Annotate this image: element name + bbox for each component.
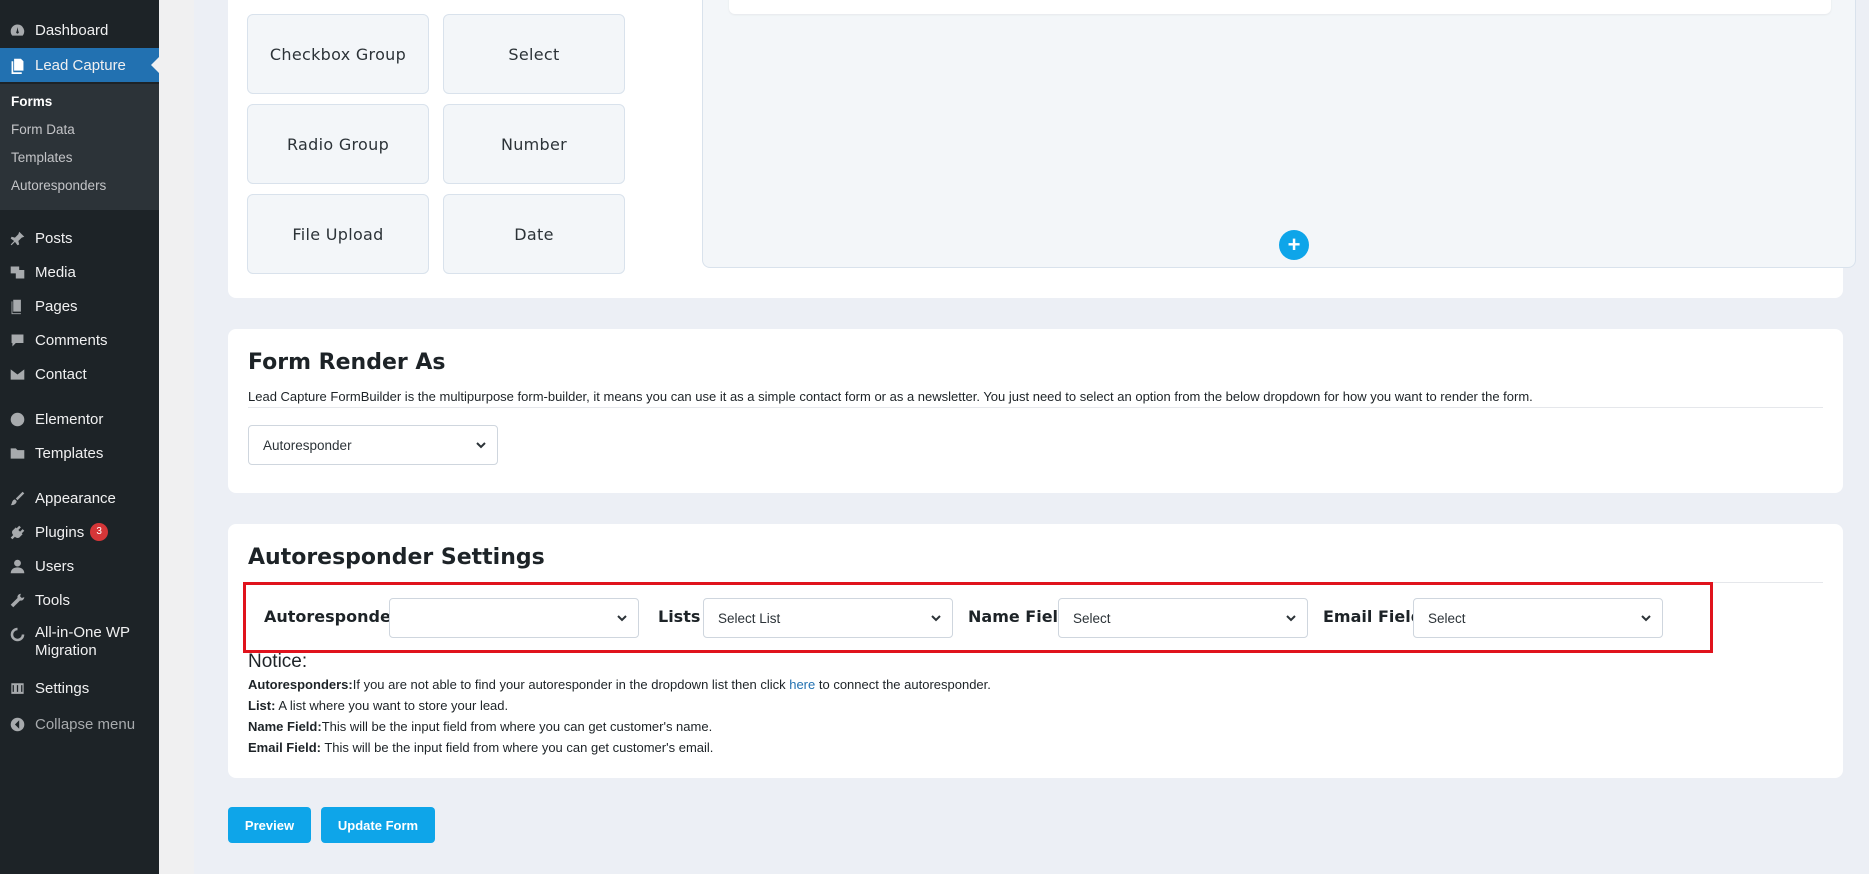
notice-list: List: A list where you want to store you…: [248, 698, 508, 713]
settings-icon: [7, 678, 27, 698]
menu-label: Media: [35, 263, 76, 281]
highlight-box: [243, 582, 1713, 653]
render-as-select[interactable]: Autoresponder: [248, 425, 498, 465]
add-field-button[interactable]: +: [1279, 230, 1309, 260]
envelope-icon: [7, 364, 27, 384]
notice-name-field: Name Field:This will be the input field …: [248, 719, 712, 734]
menu-label: Migration: [35, 642, 97, 659]
notice-key: Autoresponders:: [248, 677, 353, 692]
menu-comments[interactable]: Comments: [0, 323, 159, 357]
collapse-arrow-icon: [7, 714, 27, 734]
comment-icon: [7, 330, 27, 350]
user-icon: [7, 556, 27, 576]
elementor-icon: [7, 409, 27, 429]
menu-label: Plugins: [35, 523, 85, 541]
notice-text: This will be the input field from where …: [321, 719, 713, 734]
menu-label: Pages: [35, 297, 78, 315]
notice-title: Notice:: [248, 651, 308, 672]
menu-label: Dashboard: [35, 21, 109, 39]
menu-all-in-one-migration[interactable]: All-in-One WP Migration: [0, 624, 159, 666]
lead-capture-submenu: Forms Form Data Templates Autoresponders: [0, 84, 159, 210]
brush-icon: [7, 488, 27, 508]
menu-plugins[interactable]: Plugins 3: [0, 515, 159, 549]
menu-label: Comments: [35, 331, 108, 349]
notice-email-field: Email Field: This will be the input fiel…: [248, 740, 713, 755]
field-select[interactable]: Select: [443, 14, 625, 94]
copy-icon: [7, 55, 27, 75]
divider: [248, 407, 1823, 408]
menu-label: Elementor: [35, 410, 104, 428]
folder-icon: [7, 443, 27, 463]
menu-label: Lead Capture: [35, 56, 126, 74]
menu-elementor[interactable]: Elementor: [0, 402, 159, 436]
menu-label: Templates: [35, 444, 104, 462]
notice-key: Name Field:: [248, 719, 322, 734]
menu-media[interactable]: Media: [0, 255, 159, 289]
menu-label: Collapse menu: [35, 715, 136, 733]
render-description: Lead Capture FormBuilder is the multipur…: [248, 389, 1533, 404]
dashboard-icon: [7, 20, 27, 40]
migration-icon: [7, 624, 27, 644]
render-title: Form Render As: [248, 350, 446, 375]
chevron-down-icon: [475, 439, 487, 451]
field-checkbox-group[interactable]: Checkbox Group: [247, 14, 429, 94]
menu-label: Appearance: [35, 489, 116, 507]
collapse-menu-button[interactable]: Collapse menu: [0, 707, 159, 741]
wrench-icon: [7, 590, 27, 610]
notice-text: This will be the input field from where …: [320, 740, 714, 755]
submenu-templates[interactable]: Templates: [11, 150, 73, 165]
menu-dashboard[interactable]: Dashboard: [0, 13, 159, 47]
field-radio-group[interactable]: Radio Group: [247, 104, 429, 184]
update-form-button[interactable]: Update Form: [321, 807, 435, 843]
menu-label: Settings: [35, 679, 90, 697]
submenu-autoresponders[interactable]: Autoresponders: [11, 178, 106, 193]
field-file-upload[interactable]: File Upload: [247, 194, 429, 274]
form-canvas[interactable]: +: [702, 0, 1856, 268]
notice-autoresponders: Autoresponders:If you are not able to fi…: [248, 677, 991, 692]
menu-lead-capture[interactable]: Lead Capture: [0, 48, 159, 82]
menu-appearance[interactable]: Appearance: [0, 481, 159, 515]
menu-label: Users: [35, 557, 75, 575]
menu-label: Tools: [35, 591, 71, 609]
plug-icon: [7, 522, 27, 542]
menu-contact[interactable]: Contact: [0, 357, 159, 391]
menu-posts[interactable]: Posts: [0, 221, 159, 255]
notice-text: to connect the autoresponder.: [815, 677, 991, 692]
pages-icon: [7, 296, 27, 316]
menu-users[interactable]: Users: [0, 549, 159, 583]
form-render-card: Form Render As Lead Capture FormBuilder …: [228, 329, 1843, 493]
menu-label: All-in-One WP: [35, 624, 131, 641]
menu-label: Contact: [35, 365, 87, 383]
autoresponder-title: Autoresponder Settings: [248, 545, 545, 570]
submenu-form-data[interactable]: Form Data: [11, 122, 75, 137]
field-number[interactable]: Number: [443, 104, 625, 184]
form-canvas-row: [729, 0, 1831, 14]
notice-text: A list where you want to store your lead…: [275, 698, 509, 713]
media-icon: [7, 262, 27, 282]
field-date[interactable]: Date: [443, 194, 625, 274]
submenu-forms[interactable]: Forms: [11, 94, 52, 109]
update-count-badge: 3: [90, 523, 109, 541]
pin-icon: [7, 228, 27, 248]
notice-key: Email Field:: [248, 740, 321, 755]
menu-templates[interactable]: Templates: [0, 436, 159, 470]
admin-sidebar: Dashboard Lead Capture Forms Form Data T…: [0, 0, 159, 874]
notice-text: If you are not able to find your autores…: [352, 677, 790, 692]
form-builder-card: Checkbox Group Select Radio Group Number…: [228, 0, 1856, 298]
plus-icon: +: [1287, 232, 1301, 257]
connect-autoresponder-link[interactable]: here: [789, 677, 815, 692]
menu-pages[interactable]: Pages: [0, 289, 159, 323]
preview-button[interactable]: Preview: [228, 807, 311, 843]
render-as-value: Autoresponder: [263, 437, 352, 453]
notice-key: List:: [248, 698, 276, 713]
menu-settings[interactable]: Settings: [0, 671, 159, 705]
menu-label: Posts: [35, 229, 73, 247]
menu-tools[interactable]: Tools: [0, 583, 159, 617]
